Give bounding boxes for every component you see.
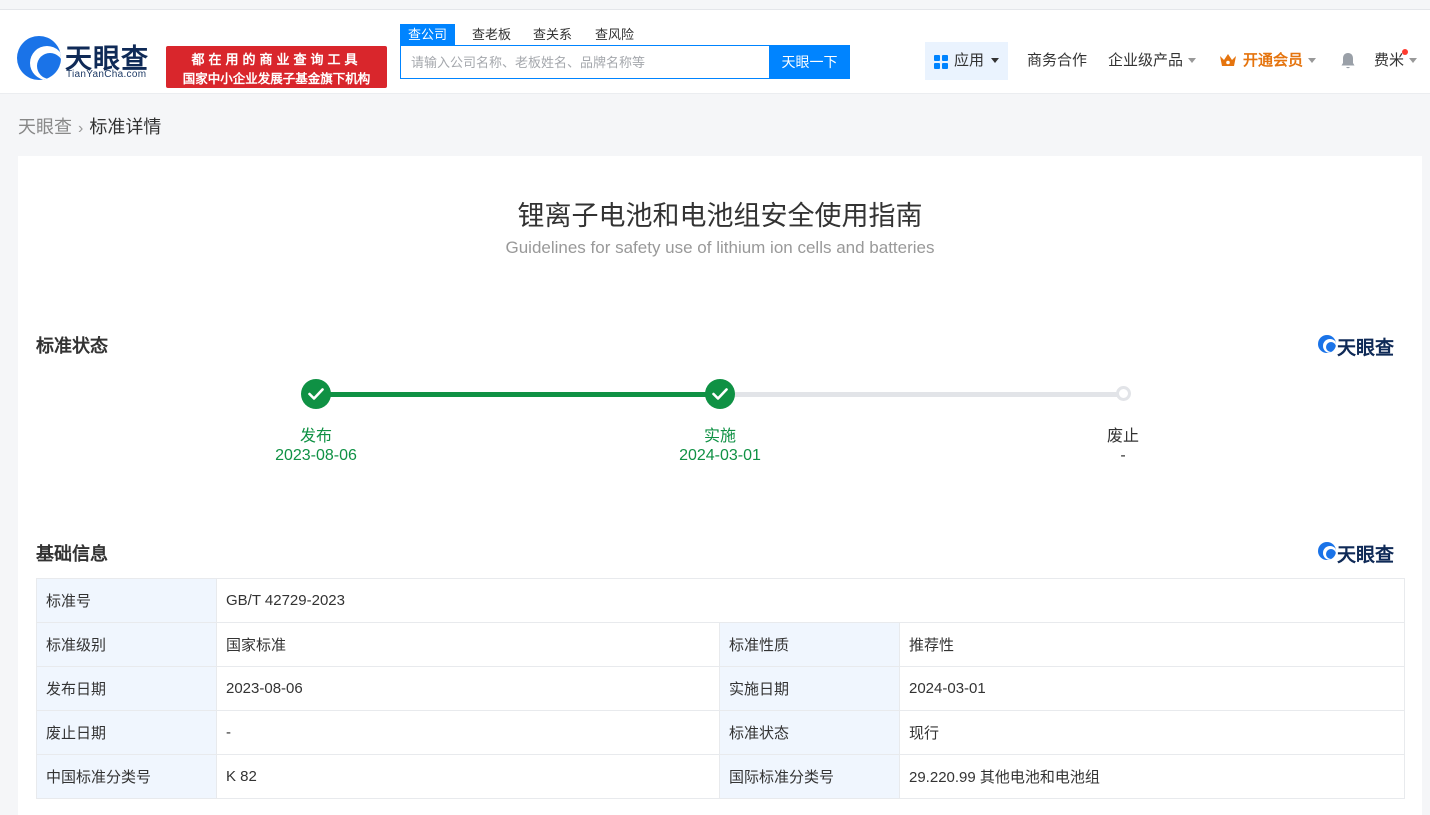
chevron-right-icon: › xyxy=(78,120,84,137)
table-value: - xyxy=(216,710,720,755)
nav-enterprise[interactable]: 企业级产品 xyxy=(1108,42,1197,80)
nav-app-label: 应用 xyxy=(954,52,985,69)
chevron-down-icon xyxy=(1188,57,1197,63)
breadcrumb: 天眼查 › 标准详情 xyxy=(18,113,161,139)
basic-info-table: 标准号 GB/T 42729-2023 标准级别 国家标准 标准性质 推荐性 发… xyxy=(36,578,1406,799)
crown-icon xyxy=(1220,53,1236,66)
table-value: GB/T 42729-2023 xyxy=(215,578,1406,623)
slogan-line-1: 都在用的商业查询工具 xyxy=(191,52,362,67)
top-strip xyxy=(0,0,1430,10)
table-value: 2023-08-06 xyxy=(216,666,720,711)
nav-vip-label: 开通会员 xyxy=(1243,52,1304,69)
slogan-banner: 都在用的商业查询工具 国家中小企业发展子基金旗下机构 xyxy=(166,46,387,88)
table-row: 发布日期 2023-08-06 实施日期 2024-03-01 xyxy=(36,666,1406,711)
table-label: 中国标准分类号 xyxy=(36,754,217,799)
bell-icon[interactable] xyxy=(1340,52,1356,70)
table-value: 2024-03-01 xyxy=(898,666,1406,711)
table-label: 标准号 xyxy=(36,578,217,623)
brand-text: 天眼查 xyxy=(1337,545,1395,566)
notification-dot xyxy=(1402,49,1408,55)
table-label: 实施日期 xyxy=(719,666,900,711)
search-input[interactable] xyxy=(401,46,769,78)
tab-relation[interactable]: 查关系 xyxy=(525,24,580,45)
timeline-date-implemented: 2024-03-01 xyxy=(679,447,761,464)
chevron-down-icon xyxy=(1308,57,1317,63)
chevron-down-icon xyxy=(1409,57,1418,63)
timeline-label-abolished: 废止 xyxy=(1106,428,1139,445)
table-label: 国际标准分类号 xyxy=(719,754,900,799)
table-value: 现行 xyxy=(898,710,1406,755)
timeline-label-implemented: 实施 xyxy=(703,428,736,445)
tab-company[interactable]: 查公司 xyxy=(400,24,456,45)
logo-eye-icon xyxy=(17,36,61,80)
table-row: 标准号 GB/T 42729-2023 xyxy=(36,578,1406,623)
chevron-down-icon xyxy=(991,58,999,63)
timeline-label-published: 发布 xyxy=(299,428,332,445)
table-label: 标准状态 xyxy=(719,710,900,755)
table-row: 废止日期 - 标准状态 现行 xyxy=(36,710,1406,755)
nav-vip[interactable]: 开通会员 xyxy=(1219,42,1317,80)
breadcrumb-current: 标准详情 xyxy=(89,117,162,137)
info-brand-logo: 天眼查 xyxy=(1318,540,1402,566)
apps-grid-icon xyxy=(934,55,948,69)
table-value: K 82 xyxy=(216,754,720,799)
table-row: 中国标准分类号 K 82 国际标准分类号 29.220.99 其他电池和电池组 xyxy=(36,754,1406,799)
status-brand-logo: 天眼查 xyxy=(1318,333,1402,359)
table-value: 29.220.99 其他电池和电池组 xyxy=(898,754,1406,799)
table-row: 标准级别 国家标准 标准性质 推荐性 xyxy=(36,622,1406,667)
tab-risk[interactable]: 查风险 xyxy=(587,24,642,45)
timeline-date-abolished: - xyxy=(1120,447,1126,464)
timeline-progress-pending xyxy=(720,392,1124,397)
search-button[interactable]: 天眼一下 xyxy=(769,45,850,79)
status-section-title: 标准状态 xyxy=(36,336,108,356)
logo-eye-icon xyxy=(1318,335,1336,353)
table-label: 标准性质 xyxy=(719,622,900,667)
standard-title-cn: 锂离子电池和电池组安全使用指南 xyxy=(517,201,923,231)
nav-business-label: 商务合作 xyxy=(1027,52,1088,69)
site-logo[interactable]: 天眼查 TianYanCha.com xyxy=(17,36,157,84)
search-box xyxy=(400,45,770,79)
table-label: 废止日期 xyxy=(36,710,217,755)
check-icon xyxy=(308,388,324,400)
breadcrumb-home-link[interactable]: 天眼查 xyxy=(18,117,72,137)
nav-business[interactable]: 商务合作 xyxy=(1027,42,1087,80)
nav-app-menu[interactable]: 应用 xyxy=(925,42,1008,80)
info-section-title: 基础信息 xyxy=(36,544,108,564)
tab-boss[interactable]: 查老板 xyxy=(464,24,519,45)
table-label: 标准级别 xyxy=(36,622,217,667)
standard-title-en: Guidelines for safety use of lithium ion… xyxy=(505,238,935,257)
user-name: 费米 xyxy=(1374,52,1405,69)
nav-enterprise-label: 企业级产品 xyxy=(1108,52,1184,69)
timeline-node-published xyxy=(301,379,331,409)
table-value: 推荐性 xyxy=(898,622,1406,667)
timeline-date-published: 2023-08-06 xyxy=(275,447,357,464)
timeline-node-abolished xyxy=(1116,386,1131,401)
table-value: 国家标准 xyxy=(216,622,720,667)
timeline-node-implemented xyxy=(705,379,735,409)
brand-text: 天眼查 xyxy=(1337,338,1395,359)
slogan-line-2: 国家中小企业发展子基金旗下机构 xyxy=(182,72,371,86)
table-label: 发布日期 xyxy=(36,666,217,711)
timeline-progress-completed xyxy=(316,392,720,397)
check-icon xyxy=(712,388,728,400)
nav-user-menu[interactable]: 费米 xyxy=(1374,42,1418,80)
standard-detail-card: 锂离子电池和电池组安全使用指南 Guidelines for safety us… xyxy=(18,156,1422,815)
logo-domain: TianYanCha.com xyxy=(66,69,147,80)
logo-eye-icon xyxy=(1318,542,1336,560)
